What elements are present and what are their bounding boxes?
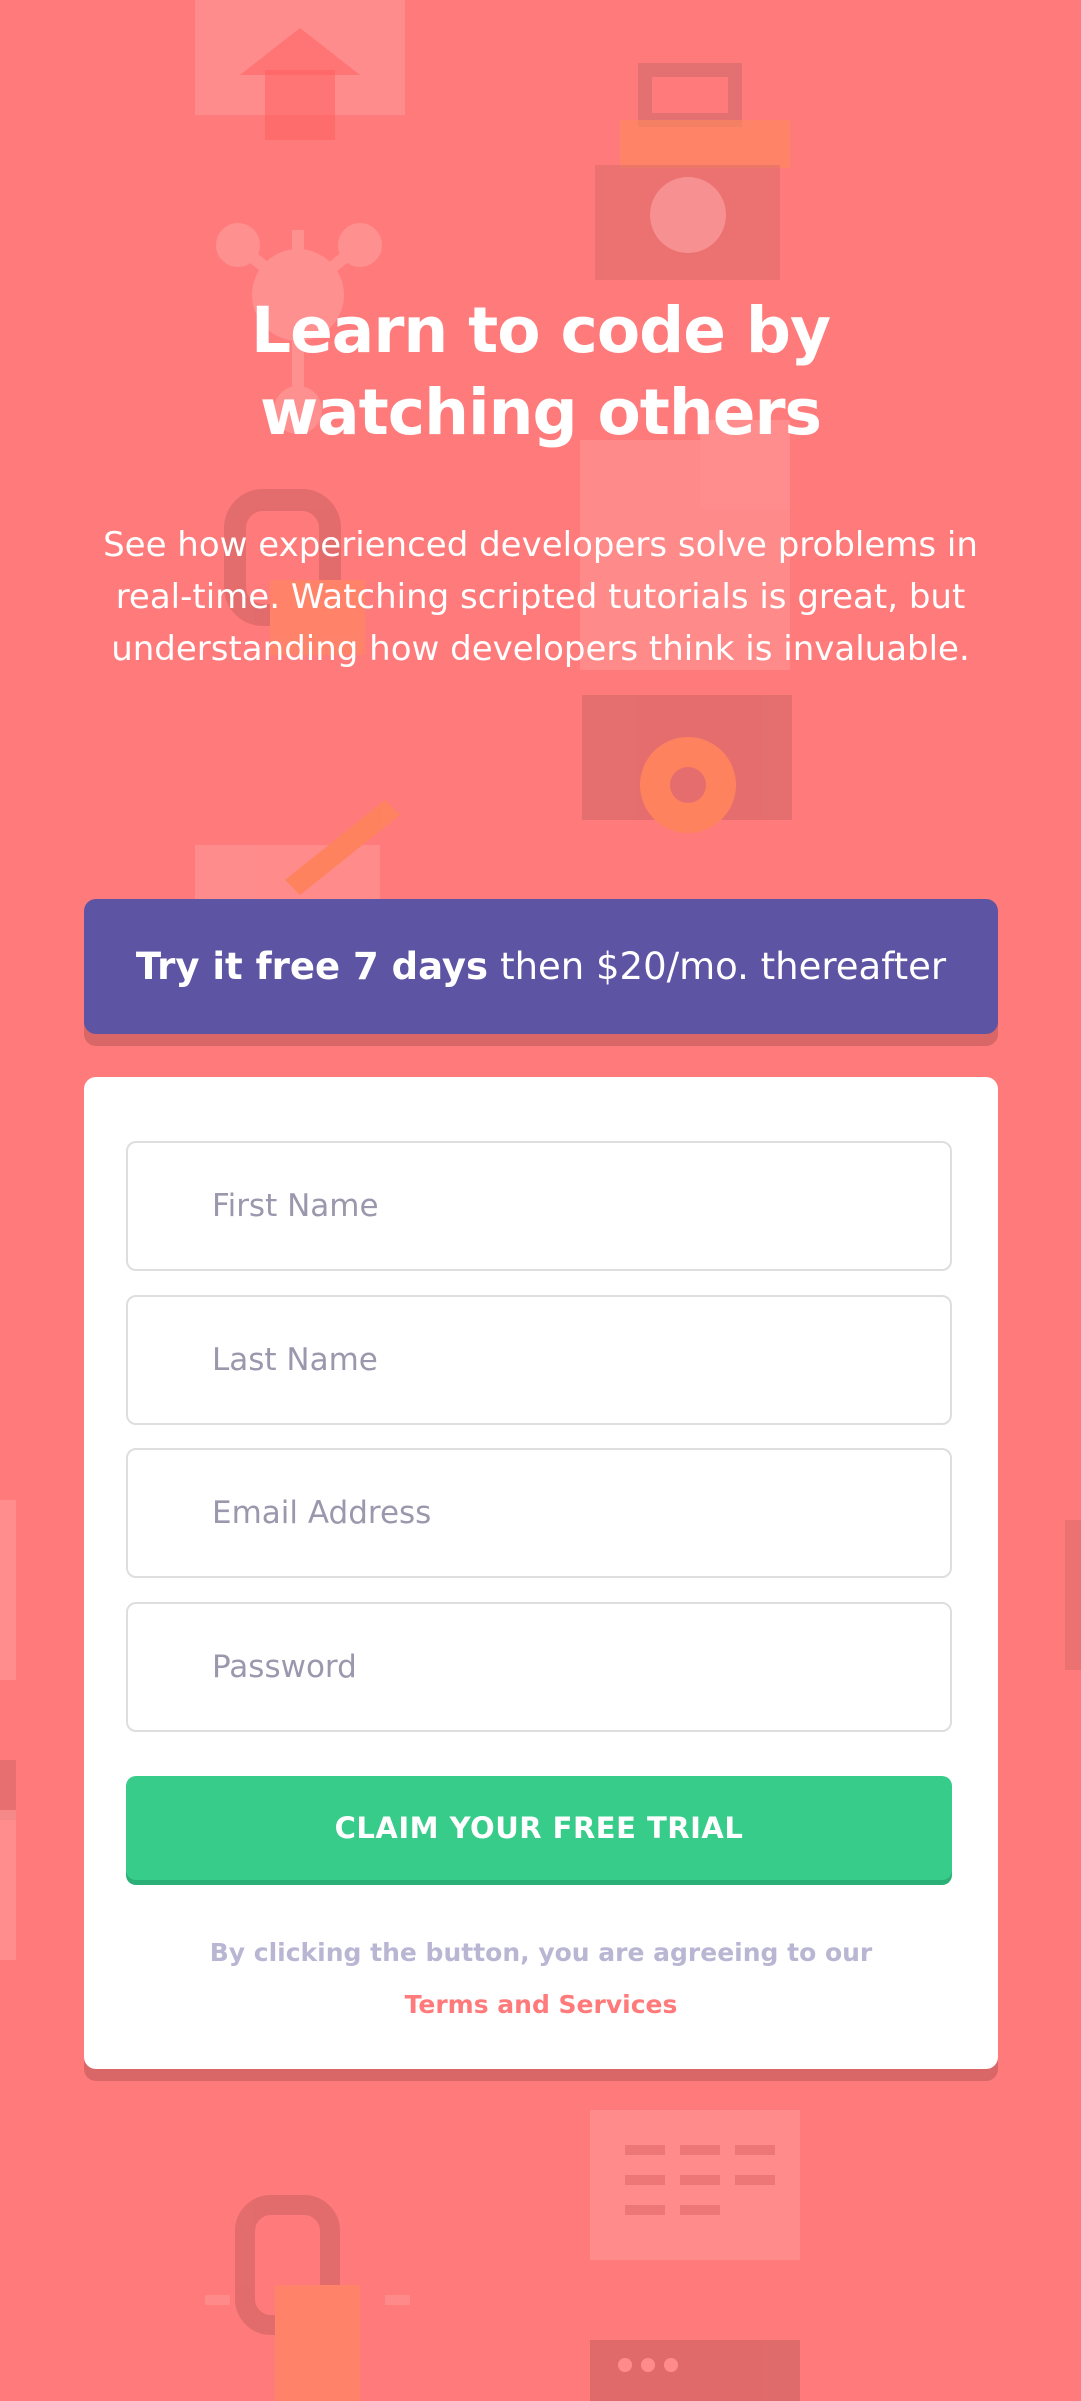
claim-free-trial-button[interactable]: CLAIM YOUR FREE TRIAL bbox=[126, 1776, 952, 1880]
hero-title: Learn to code by watching others bbox=[250, 294, 831, 449]
toolbox-icon bbox=[595, 63, 790, 280]
password-input[interactable] bbox=[126, 1602, 952, 1732]
calendar-icon bbox=[590, 2110, 800, 2260]
house-icon bbox=[195, 0, 405, 140]
offer-highlight: Try it free 7 days bbox=[135, 945, 489, 988]
gear-icon bbox=[582, 695, 792, 833]
last-name-input[interactable] bbox=[126, 1295, 952, 1425]
email-input[interactable] bbox=[126, 1448, 952, 1578]
trial-offer-banner: Try it free 7 days then $20/mo. thereaft… bbox=[84, 899, 998, 1034]
hero-description: See how experienced developers solve pro… bbox=[103, 525, 978, 669]
offer-price: then $20/mo. thereafter bbox=[500, 945, 947, 988]
first-name-input[interactable] bbox=[126, 1141, 952, 1271]
terms-notice: By clicking the button, you are agreeing… bbox=[184, 1927, 898, 2031]
chain-link-icon bbox=[205, 2195, 410, 2401]
browser-window-icon bbox=[590, 2340, 800, 2401]
pencil-icon bbox=[195, 800, 400, 905]
terms-text: By clicking the button, you are agreeing… bbox=[209, 1938, 873, 1967]
signup-form: CLAIM YOUR FREE TRIAL By clicking the bu… bbox=[84, 1077, 998, 2069]
terms-link[interactable]: Terms and Services bbox=[405, 1990, 678, 2019]
